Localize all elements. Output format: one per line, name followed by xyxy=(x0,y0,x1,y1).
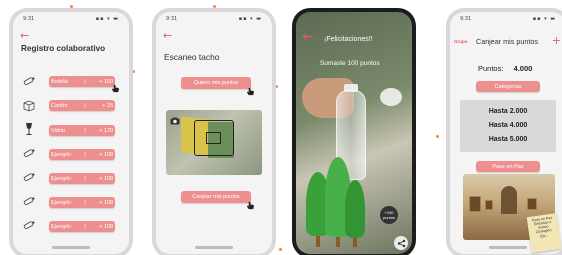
status-icons: ▪▪ ▾ ▬ xyxy=(532,16,556,22)
row-separator: | xyxy=(84,223,86,230)
row-label: Vidrio xyxy=(51,127,65,134)
points-summary: Puntos: 4.000 xyxy=(478,64,532,73)
status-time: 9:31 xyxy=(23,16,35,22)
status-time: 9:31 xyxy=(460,16,472,22)
status-bar: 9:31 ▪▪ ▾ ▬ xyxy=(450,15,562,25)
points-label: Puntos: xyxy=(478,64,504,73)
painting-frame xyxy=(469,196,481,212)
tier-item[interactable]: Hasta 2.000 xyxy=(460,108,556,115)
row-points: + 100 xyxy=(99,199,113,206)
row-points: + 100 xyxy=(99,78,113,85)
row-label: Ejemplo xyxy=(51,151,71,158)
tiers-panel: Hasta 2.000 Hasta 4.000 Hasta 5.000 xyxy=(460,100,556,152)
registro-row-ejemplo[interactable]: Ejemplo | + 100 xyxy=(49,149,115,160)
status-icons: ▪▪ ▾ ▬ xyxy=(95,16,119,22)
page-title: Registro colaborativo xyxy=(21,44,106,53)
phone-escaneo: 9:31 ▪▪ ▾ ▬ ← Escaneo tacho Quiero mis p… xyxy=(152,8,276,255)
phone-felicitaciones: ← ¡Felicitaciones!! Sumaste 100 puntos +… xyxy=(292,8,416,255)
back-arrow-icon[interactable]: ← xyxy=(20,30,29,41)
row-label: Cartón xyxy=(51,102,68,109)
scan-viewfinder[interactable] xyxy=(166,110,262,175)
sun-glow xyxy=(380,88,402,106)
screen-felicitaciones: ← ¡Felicitaciones!! Sumaste 100 puntos +… xyxy=(296,12,412,254)
registro-row-ejemplo[interactable]: Ejemplo | + 100 xyxy=(49,221,115,232)
row-separator: | xyxy=(84,175,86,182)
hand-cursor-icon xyxy=(246,87,255,96)
scan-target xyxy=(206,132,221,144)
row-label: Botella xyxy=(51,78,68,85)
page-title: Canjear mis puntos xyxy=(476,37,538,46)
row-separator: | xyxy=(84,78,86,85)
canjear-mis-puntos-button[interactable]: Canjear mis puntos xyxy=(181,191,251,203)
row-separator: | xyxy=(84,127,86,134)
tier-item[interactable]: Hasta 5.000 xyxy=(460,136,556,143)
row-points: + 100 xyxy=(99,175,113,182)
row-separator: | xyxy=(84,102,86,109)
registro-row-carton[interactable]: Cartón | + 25 xyxy=(49,100,115,111)
add-icon[interactable]: + xyxy=(552,34,561,47)
row-points: + 100 xyxy=(99,223,113,230)
bottle-icon xyxy=(21,146,37,160)
sticky-note: Pase en Paz Entradas a museo Zoologico E… xyxy=(526,213,562,253)
camera-icon[interactable] xyxy=(170,112,180,125)
status-bar: 9:31 ▪▪ ▾ ▬ xyxy=(156,15,272,25)
row-label: Ejemplo xyxy=(51,199,71,206)
painting-frame xyxy=(485,200,493,210)
museum-arch xyxy=(501,186,517,214)
status-time: 9:31 xyxy=(166,16,178,22)
brand-label: Grupo xyxy=(454,39,468,44)
tree-illustration xyxy=(345,180,365,238)
registro-row-vidrio[interactable]: Vidrio | + 170 xyxy=(49,125,115,136)
tier-item[interactable]: Hasta 4.000 xyxy=(460,122,556,129)
row-points: + 25 xyxy=(102,102,113,109)
back-arrow-icon[interactable]: ← xyxy=(302,30,314,44)
phone-registro: 9:31 ▪▪ ▾ ▬ ← Registro colaborativo Bote… xyxy=(9,8,133,255)
home-indicator xyxy=(195,246,233,249)
bottle-icon xyxy=(21,170,37,184)
home-indicator xyxy=(52,246,90,249)
categorias-button[interactable]: Categorías xyxy=(476,81,540,92)
registro-row-ejemplo[interactable]: Ejemplo | + 100 xyxy=(49,173,115,184)
screen-registro: 9:31 ▪▪ ▾ ▬ ← Registro colaborativo Bote… xyxy=(13,12,129,254)
prototype-flow: 9:31 ▪▪ ▾ ▬ ← Registro colaborativo Bote… xyxy=(0,0,562,255)
back-arrow-icon[interactable]: ← xyxy=(163,30,172,41)
bottle-icon xyxy=(21,74,37,88)
painting-frame xyxy=(527,198,537,210)
hand-cursor-icon xyxy=(111,84,120,93)
screen-escaneo: 9:31 ▪▪ ▾ ▬ ← Escaneo tacho Quiero mis p… xyxy=(156,12,272,254)
quiero-mis-puntos-button[interactable]: Quiero mis puntos xyxy=(181,77,251,89)
box-icon xyxy=(21,98,37,112)
home-indicator xyxy=(489,246,527,249)
row-points: + 100 xyxy=(99,151,113,158)
status-bar: 9:31 ▪▪ ▾ ▬ xyxy=(13,15,129,25)
wine-glass-icon xyxy=(21,122,37,136)
registro-row-botella[interactable]: Botella | + 100 xyxy=(49,76,115,87)
flow-dot xyxy=(436,135,439,138)
page-title: Escaneo tacho xyxy=(164,52,220,62)
congrats-title: ¡Felicitaciones!! xyxy=(324,36,373,43)
status-icons: ▪▪ ▾ ▬ xyxy=(238,16,262,22)
bottle-icon xyxy=(21,218,37,232)
registro-row-ejemplo[interactable]: Ejemplo | + 100 xyxy=(49,197,115,208)
points-earned-text: Sumaste 100 puntos xyxy=(320,60,380,67)
row-label: Ejemplo xyxy=(51,223,71,230)
points-value: 4.000 xyxy=(513,64,533,73)
flow-dot xyxy=(279,248,282,251)
row-separator: | xyxy=(84,199,86,206)
points-badge: +100 puntos xyxy=(380,206,398,224)
hand-cursor-icon xyxy=(246,201,255,210)
bottle-icon xyxy=(21,194,37,208)
pase-en-paz-button[interactable]: Pase en Paz xyxy=(476,161,540,172)
share-icon[interactable] xyxy=(394,236,408,250)
row-points: + 170 xyxy=(99,127,113,134)
row-separator: | xyxy=(84,151,86,158)
row-label: Ejemplo xyxy=(51,175,71,182)
